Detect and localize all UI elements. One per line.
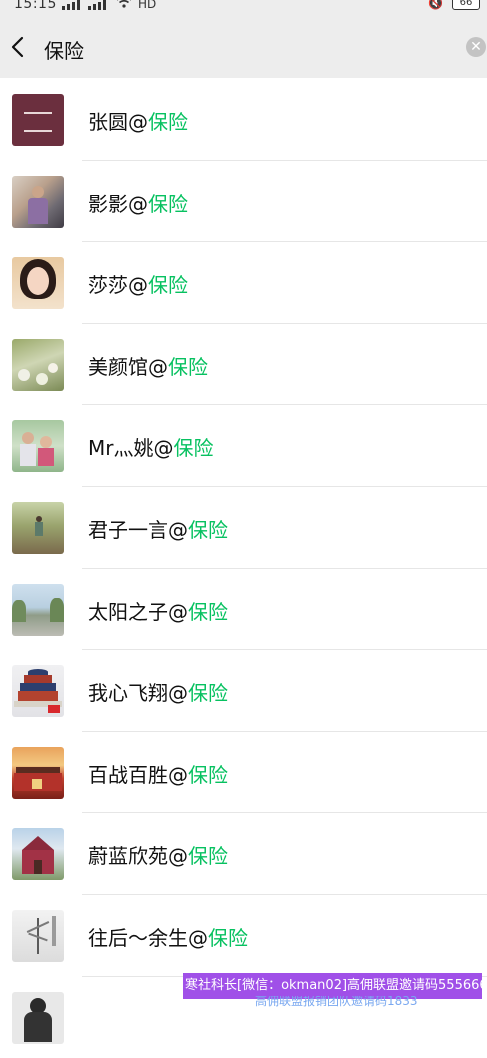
woman-portrait-avatar	[12, 257, 64, 310]
flowers-photo-avatar	[12, 338, 64, 391]
back-arrow-icon[interactable]	[8, 35, 30, 59]
contact-name: 往后～余生@保险	[88, 925, 248, 950]
mute-icon: 🔇	[428, 0, 443, 10]
winter-tree-avatar	[12, 909, 64, 962]
contact-name: 美颜馆@保险	[88, 354, 208, 379]
person-silhouette-avatar	[12, 991, 64, 1044]
signal-icon	[62, 0, 80, 10]
contact-name: 影影@保险	[88, 191, 188, 216]
list-item[interactable]: 张圆@保险	[0, 79, 487, 161]
contact-name: Mr灬姚@保险	[88, 436, 214, 461]
contact-name: 张圆@保险	[88, 110, 188, 134]
contact-name: 蔚蓝欣苑@保险	[88, 844, 228, 869]
list-item[interactable]: 百战百胜@保险	[0, 732, 487, 814]
clear-search-icon[interactable]: ✕	[466, 37, 486, 57]
contact-name: 太阳之子@保险	[88, 599, 228, 624]
list-item[interactable]: 美颜馆@保险	[0, 324, 487, 406]
red-house-avatar	[12, 828, 64, 881]
tiananmen-avatar	[12, 746, 64, 799]
list-item[interactable]: 蔚蓝欣苑@保险	[0, 813, 487, 895]
list-item[interactable]: 我心飞翔@保险	[0, 650, 487, 732]
search-results-list: 张圆@保险 影影@保险 莎莎@保险 美颜馆@保险 Mr灬姚@保险 君子一言@保险…	[0, 79, 487, 1058]
status-bar: 15:15 HD 🔇 66	[0, 0, 487, 16]
contact-name: 我心飞翔@保险	[88, 681, 228, 706]
search-bar: 保险 ✕	[0, 16, 487, 78]
contact-name: 莎莎@保险	[88, 273, 188, 298]
watermark-banner-secondary: 高佣联盟报销团队邀请码1833	[255, 996, 418, 1007]
search-input[interactable]: 保险	[44, 35, 84, 64]
status-time: 15:15	[14, 0, 57, 12]
book-cover-avatar	[12, 94, 64, 146]
wifi-icon	[117, 0, 131, 8]
road-trees-avatar	[12, 583, 64, 636]
family-photo-avatar	[12, 420, 64, 473]
list-item[interactable]: 莎莎@保险	[0, 242, 487, 324]
temple-of-heaven-avatar	[12, 665, 64, 718]
network-type: HD	[138, 0, 157, 11]
contact-name: 君子一言@保险	[88, 517, 228, 542]
list-item[interactable]: Mr灬姚@保险	[0, 405, 487, 487]
landscape-person-avatar	[12, 501, 64, 554]
list-item[interactable]: 往后～余生@保险	[0, 895, 487, 977]
contact-name: 百战百胜@保险	[88, 762, 228, 787]
person-photo-avatar	[12, 175, 64, 228]
list-item[interactable]: 太阳之子@保险	[0, 569, 487, 651]
list-item[interactable]: 君子一言@保险	[0, 487, 487, 569]
battery-indicator: 66	[452, 0, 480, 10]
list-item[interactable]: 影影@保险	[0, 161, 487, 243]
signal-icon-2	[88, 0, 106, 10]
